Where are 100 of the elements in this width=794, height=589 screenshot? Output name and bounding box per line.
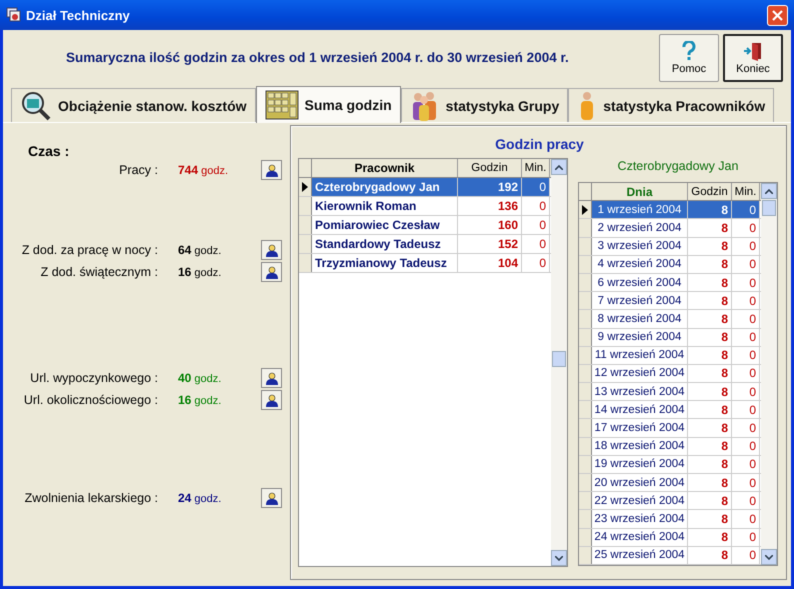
table-row[interactable]: 2 wrzesień 2004 8 0 [579,219,761,238]
table-row[interactable]: Trzyzmianowy Tadeusz 104 0 [299,254,551,273]
table-row[interactable]: 7 wrzesień 2004 8 0 [579,292,761,310]
row-pointer-icon [302,182,308,192]
table-row[interactable]: Czterobrygadowy Jan 192 0 [299,178,551,197]
time-value: 16 godz. [177,265,222,279]
table-cell: 23 wrzesień 2004 [592,510,688,528]
table-row[interactable]: 14 wrzesień 2004 8 0 [579,401,761,420]
scroll-down-button[interactable] [551,550,567,566]
person-button[interactable] [261,262,282,282]
time-label: Url. wypoczynkowego : [29,371,158,385]
table-row[interactable]: 4 wrzesień 2004 8 0 [579,256,761,274]
time-label: Pracy : [118,163,158,177]
table-cell: 8 [688,310,732,328]
scroll-up-button[interactable] [761,183,777,199]
table-cell: 0 [732,310,760,328]
time-value: 64 godz. [177,243,222,257]
table-cell: 8 [688,456,732,473]
tab[interactable]: Suma godzin [256,86,401,123]
scroll-thumb[interactable] [762,200,776,216]
table-row[interactable]: 24 wrzesień 2004 8 0 [579,528,761,547]
scroll-down-icon [555,556,563,560]
table-cell: 104 [458,254,522,272]
tab[interactable]: statystyka Pracowników [568,88,774,122]
table-cell: Pomiarowiec Czesław [312,216,458,234]
table-cell: 0 [732,419,760,437]
table-row[interactable]: 8 wrzesień 2004 8 0 [579,310,761,328]
scroll-down-button[interactable] [761,549,777,565]
table-cell: 22 wrzesień 2004 [592,492,688,510]
tab[interactable]: statystyka Grupy [400,88,568,122]
person-icon [264,163,278,177]
close-icon [772,10,783,20]
person-button[interactable] [261,488,282,508]
close-button[interactable] [767,4,788,26]
exit-button[interactable]: Koniec [723,34,783,82]
column-header: Dnia [592,183,688,200]
person-button[interactable] [261,240,282,260]
tab[interactable]: Obciążenie stanow. kosztów [11,88,256,122]
table-cell: 13 wrzesień 2004 [592,383,688,400]
table-cell: 8 [688,292,732,310]
window-title: Dział Techniczny [26,8,131,22]
person-button[interactable] [261,160,282,180]
person-button[interactable] [261,390,282,410]
table-cell: 0 [732,364,760,382]
table-row[interactable]: 12 wrzesień 2004 8 0 [579,364,761,384]
time-value: 744 godz. [177,163,229,177]
table-row[interactable]: 11 wrzesień 2004 8 0 [579,346,761,365]
time-label: Url. okolicznościowego : [22,393,158,407]
table-cell: 160 [458,216,522,234]
table-cell: 11 wrzesień 2004 [592,346,688,364]
table-cell: 8 [688,510,732,528]
table-cell: 8 [688,528,732,546]
table-row[interactable]: 20 wrzesień 2004 8 0 [579,474,761,492]
table-cell: 0 [732,256,760,273]
person-icon [264,243,278,257]
table-row[interactable]: 6 wrzesień 2004 8 0 [579,274,761,292]
table-row[interactable]: Pomiarowiec Czesław 160 0 [299,216,551,235]
table-cell: 0 [522,178,550,196]
table-cell: Czterobrygadowy Jan [312,178,458,196]
help-button[interactable]: Pomoc [659,34,719,82]
table-cell: 8 [688,256,732,273]
table-row[interactable]: 3 wrzesień 2004 8 0 [579,238,761,256]
scroll-up-button[interactable] [551,159,567,175]
table-cell: 0 [732,492,760,510]
table-row[interactable]: 13 wrzesień 2004 8 0 [579,383,761,402]
time-value: 24 godz. [177,491,222,505]
table-cell: 0 [732,328,760,346]
calculator-icon [264,90,299,120]
person-button[interactable] [261,368,282,388]
table-row[interactable]: Kierownik Roman 136 0 [299,197,551,216]
table-cell: 1 wrzesień 2004 [592,201,688,218]
column-header: Pracownik [312,159,458,177]
table-cell: 14 wrzesień 2004 [592,401,688,418]
table-cell: Trzyzmianowy Tadeusz [312,254,458,272]
table-row[interactable]: 9 wrzesień 2004 8 0 [579,328,761,347]
scroll-up-icon [765,188,773,194]
table-row[interactable]: 18 wrzesień 2004 8 0 [579,438,761,456]
time-value: 16 godz. [177,393,222,407]
table-row[interactable]: 22 wrzesień 2004 8 0 [579,492,761,510]
table-row[interactable]: 23 wrzesień 2004 8 0 [579,510,761,529]
table-cell: 2 wrzesień 2004 [592,219,688,237]
table-row[interactable]: 25 wrzesień 2004 8 0 [579,546,761,565]
table-cell: 8 [688,364,732,382]
table-cell: 0 [732,438,760,455]
table-cell: 7 wrzesień 2004 [592,292,688,310]
window-icon [6,7,22,23]
table-row[interactable]: 17 wrzesień 2004 8 0 [579,419,761,438]
table-cell: 152 [458,235,522,253]
question-mark-icon [681,41,697,61]
scroll-thumb[interactable] [552,351,566,368]
column-header: Min. [732,183,760,200]
table-cell: 12 wrzesień 2004 [592,364,688,382]
scroll-up-icon [555,164,563,170]
table-row[interactable]: 19 wrzesień 2004 8 0 [579,456,761,474]
section-heading: Czas : [28,143,70,159]
table-cell: 8 [688,219,732,237]
table-cell: 0 [732,546,760,564]
table-cell: 0 [732,238,760,255]
table-row[interactable]: 1 wrzesień 2004 8 0 [579,201,761,220]
table-row[interactable]: Standardowy Tadeusz 152 0 [299,235,551,254]
